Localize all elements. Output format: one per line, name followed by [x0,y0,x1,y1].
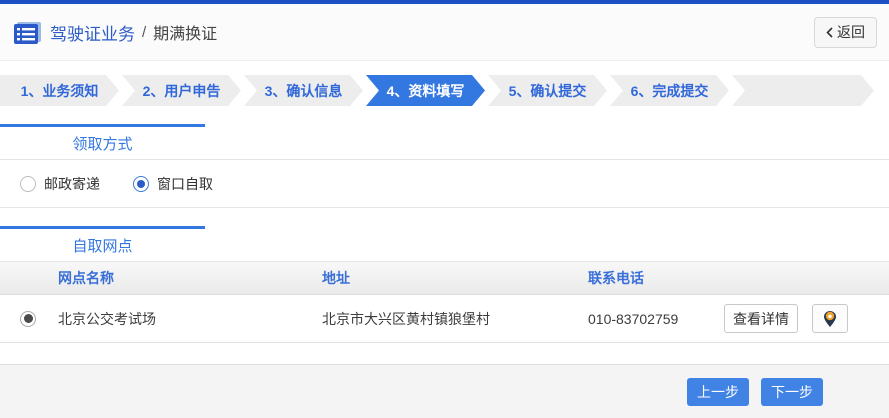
page-title: 驾驶证业务 [50,20,135,45]
outlet-actions-cell: 查看详情 [718,304,889,333]
column-header-phone: 联系电话 [588,268,718,288]
list-icon [14,22,41,45]
column-header-address: 地址 [322,268,588,288]
step-bar-filler [732,75,874,106]
tab-pickup-method: 领取方式 [0,124,205,159]
tab-pickup-outlets: 自取网点 [0,226,205,261]
pickup-method-options: 邮政寄递 窗口自取 [0,160,889,208]
previous-step-button[interactable]: 上一步 [687,378,749,406]
column-header-name: 网点名称 [58,268,322,288]
pickup-method-section: 领取方式 邮政寄递 窗口自取 [0,124,889,208]
view-details-button[interactable]: 查看详情 [724,304,798,333]
step-progress-bar: 1、业务须知 2、用户申告 3、确认信息 4、资料填写 5、确认提交 6、完成提… [0,75,889,106]
outlet-name: 北京公交考试场 [58,309,322,329]
step-2: 2、用户申告 [122,75,241,106]
step-3: 3、确认信息 [244,75,363,106]
outlet-radio-cell [0,310,58,327]
outlet-address: 北京市大兴区黄村镇狼堡村 [322,309,588,329]
step-5: 5、确认提交 [488,75,607,106]
radio-option-postal[interactable]: 邮政寄递 [20,174,100,194]
map-button[interactable] [812,304,848,333]
back-button[interactable]: 返回 [814,17,877,48]
radio-window-pickup-label: 窗口自取 [157,174,213,194]
breadcrumb-separator: / [142,24,146,41]
step-6: 6、完成提交 [610,75,729,106]
location-pin-icon [824,311,836,327]
step-4-active: 4、资料填写 [366,75,485,106]
outlet-phone: 010-83702759 [588,311,718,327]
pickup-method-tabbar: 领取方式 [0,124,889,160]
outlets-table-header: 网点名称 地址 联系电话 [0,262,889,295]
footer-action-bar: 上一步 下一步 [0,364,889,418]
back-chevron-icon [826,27,833,38]
next-step-button[interactable]: 下一步 [761,378,823,406]
radio-postal-label: 邮政寄递 [44,174,100,194]
breadcrumb-current: 期满换证 [153,20,217,44]
radio-outlet-selected[interactable] [20,311,36,327]
step-1: 1、业务须知 [0,75,119,106]
page-header: 驾驶证业务 / 期满换证 返回 [0,4,889,61]
radio-option-window-pickup[interactable]: 窗口自取 [133,174,213,194]
radio-window-pickup-checked[interactable] [133,176,149,192]
outlet-table-row[interactable]: 北京公交考试场 北京市大兴区黄村镇狼堡村 010-83702759 查看详情 [0,295,889,343]
pickup-outlets-section: 自取网点 网点名称 地址 联系电话 北京公交考试场 北京市大兴区黄村镇狼堡村 0… [0,226,889,343]
back-button-label: 返回 [837,22,865,42]
radio-postal-unchecked[interactable] [20,176,36,192]
pickup-outlets-tabbar: 自取网点 [0,226,889,262]
